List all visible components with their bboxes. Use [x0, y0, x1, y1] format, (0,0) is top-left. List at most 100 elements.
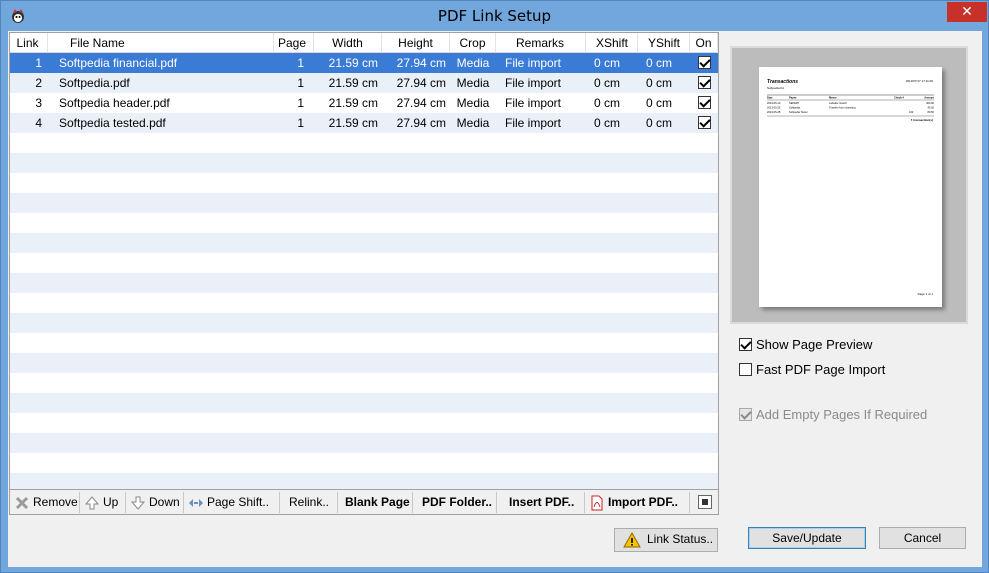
preview-row-cell: 80.50 [928, 110, 935, 114]
empty-table-row[interactable] [10, 273, 718, 293]
row-enabled-checkbox[interactable] [697, 116, 711, 130]
column-header-crop[interactable]: Crop [450, 33, 496, 53]
window-title: PDF Link Setup [437, 7, 552, 25]
empty-table-row[interactable] [10, 233, 718, 253]
preview-header-cell: Amount [924, 96, 934, 100]
up-button[interactable]: Up [80, 492, 126, 513]
preview-header-cell: Memo [829, 96, 837, 100]
title-bar[interactable]: PDF Link Setup ✕ [1, 1, 988, 31]
column-header-height[interactable]: Height [382, 33, 450, 53]
show-page-preview-option[interactable]: Show Page Preview [739, 337, 872, 352]
cancel-button[interactable]: Cancel [879, 527, 966, 549]
cell-link: 4 [35, 116, 42, 130]
cell-link: 2 [35, 76, 42, 90]
link-status-button[interactable]: Link Status.. [614, 528, 718, 552]
blank-page-button[interactable]: Blank Page [338, 492, 413, 513]
cell-height: 27.94 cm [396, 116, 446, 130]
empty-table-row[interactable] [10, 313, 718, 333]
cell-yshift: 0 cm [646, 76, 673, 90]
column-header-width[interactable]: Width [314, 33, 382, 53]
column-header-link[interactable]: Link [10, 33, 48, 53]
close-button[interactable]: ✕ [947, 2, 987, 22]
preview-table-rows: 2013-05-13 SEPERT Labuder Grauft 400.00 2013… [767, 101, 935, 114]
cell-on [690, 53, 718, 73]
fast-pdf-import-checkbox[interactable] [739, 362, 752, 376]
insert-pdf-button[interactable]: Insert PDF.. [497, 492, 585, 513]
empty-table-row[interactable] [10, 433, 718, 453]
import-pdf-button[interactable]: Import PDF.. [585, 492, 690, 513]
cell-width: 21.59 cm [328, 56, 378, 70]
show-page-preview-checkbox[interactable] [739, 337, 752, 351]
remove-button[interactable]: Remove [10, 492, 80, 513]
column-header-xshift[interactable]: XShift [586, 33, 638, 53]
empty-table-row[interactable] [10, 193, 718, 213]
row-enabled-checkbox[interactable] [697, 76, 711, 90]
empty-table-row[interactable] [10, 393, 718, 413]
empty-table-row[interactable] [10, 133, 718, 153]
empty-table-row[interactable] [10, 453, 718, 473]
preview-total: 7 transaction(s) [911, 118, 933, 122]
column-header-page[interactable]: Page [274, 33, 314, 53]
down-button[interactable]: Down [126, 492, 184, 513]
column-header-on[interactable]: On [690, 33, 718, 53]
preview-page-content: Transactions 2013/07/17 17:11:06 Softped… [767, 79, 935, 296]
cell-page: 1 [297, 76, 304, 90]
preview-header-cell: Check # [894, 96, 905, 100]
cell-width: 21.59 cm [328, 116, 378, 130]
row-enabled-checkbox[interactable] [697, 56, 711, 70]
empty-table-row[interactable] [10, 153, 718, 173]
cell-file-name: Softpedia header.pdf [59, 96, 170, 110]
preview-row-cell: 2013-05-25 [767, 106, 781, 110]
cell-crop: Media [456, 56, 490, 70]
dialog-body: Link File Name Page Width Height Crop Remarks X… [8, 31, 982, 567]
empty-table-row[interactable] [10, 333, 718, 353]
cell-height: 27.94 cm [396, 96, 446, 110]
cell-link: 3 [35, 96, 42, 110]
page-shift-button[interactable]: Page Shift.. [184, 492, 280, 513]
preview-header-cell: Date [767, 96, 773, 100]
column-header-file-name[interactable]: File Name [48, 33, 274, 53]
cell-crop: Media [456, 116, 490, 130]
page-shift-icon [189, 498, 203, 507]
empty-table-row[interactable] [10, 473, 718, 489]
empty-table-row[interactable] [10, 213, 718, 233]
preview-doc-subtitle: Softpedia ltd. [767, 86, 785, 90]
preview-row-cell: Transfer from checking [829, 106, 856, 110]
down-arrow-icon [130, 496, 146, 510]
link-table[interactable]: Link File Name Page Width Height Crop Remarks X… [9, 32, 719, 490]
empty-table-row[interactable] [10, 353, 718, 373]
table-toolbar: Remove Up Down Page Shift.. Relink.. Bla… [9, 490, 719, 515]
empty-table-row[interactable] [10, 253, 718, 273]
empty-table-row[interactable] [10, 173, 718, 193]
cell-page: 1 [297, 116, 304, 130]
preview-row-cell: SEPERT [789, 101, 800, 105]
cell-xshift: 0 cm [594, 56, 621, 70]
table-row[interactable]: 2 Softpedia.pdf 1 21.59 cm 27.94 cm Media File… [10, 73, 718, 93]
preview-page: Transactions 2013/07/17 17:11:06 Softped… [759, 67, 942, 307]
column-header-yshift[interactable]: YShift [638, 33, 690, 53]
column-header-remarks[interactable]: Remarks [496, 33, 586, 53]
cell-file-name: Softpedia financial.pdf [59, 56, 178, 70]
save-update-button[interactable]: Save/Update [748, 527, 866, 549]
warning-icon [623, 531, 641, 548]
cell-on [690, 113, 718, 133]
preview-table-header: Date Payee Memo Check # Amount [767, 96, 934, 100]
cell-file-name: Softpedia tested.pdf [59, 116, 166, 130]
cell-on [690, 93, 718, 113]
pdf-folder-button[interactable]: PDF Folder.. [413, 492, 497, 513]
table-row[interactable]: 3 Softpedia header.pdf 1 21.59 cm 27.94 cm Me… [10, 93, 718, 113]
table-row[interactable]: 4 Softpedia tested.pdf 1 21.59 cm 27.94 cm Me… [10, 113, 718, 133]
preview-row-cell: 2013-05-13 [767, 101, 781, 105]
row-enabled-checkbox[interactable] [697, 96, 711, 110]
preview-row-cell: Softpedia [789, 106, 801, 110]
relink-button[interactable]: Relink.. [280, 492, 338, 513]
empty-table-row[interactable] [10, 413, 718, 433]
stop-icon[interactable] [698, 495, 712, 509]
empty-table-row[interactable] [10, 373, 718, 393]
table-row[interactable]: 1 Softpedia financial.pdf 1 21.59 cm 27.94 c… [10, 53, 718, 73]
cell-yshift: 0 cm [646, 56, 673, 70]
page-preview: Transactions 2013/07/17 17:11:06 Softped… [730, 46, 968, 324]
empty-table-row[interactable] [10, 293, 718, 313]
fast-pdf-import-option[interactable]: Fast PDF Page Import [739, 362, 885, 377]
preview-row-cell: 2013-05-28 [767, 110, 781, 114]
